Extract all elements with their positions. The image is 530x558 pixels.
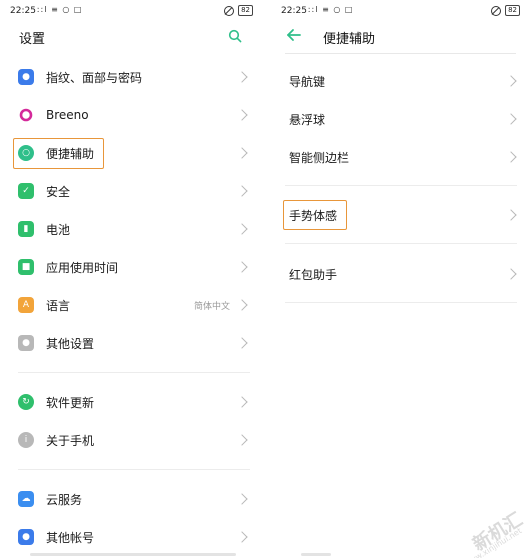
language-icon: A (18, 297, 34, 313)
settings-item-software-update[interactable]: ↻ 软件更新 (18, 383, 250, 421)
chevron-right-icon (236, 337, 248, 349)
chevron-right-icon (236, 531, 248, 543)
settings-item-breeno[interactable]: Breeno (18, 96, 250, 134)
chevron-right-icon (505, 151, 517, 163)
battery-icon: ▮ (18, 221, 34, 237)
section-divider (18, 469, 250, 470)
settings-item-security[interactable]: ✓ 安全 (18, 172, 250, 210)
navigation-bar[interactable] (301, 553, 331, 556)
settings-item-label: 云服务 (46, 492, 83, 507)
settings-screen: 22:25 ːːl ≡ ○ □ 82 设置 ● 指纹、面部与密码 Breeno … (0, 0, 263, 558)
shield-icon: ✓ (18, 183, 34, 199)
chevron-right-icon (236, 261, 248, 273)
status-time: 22:25 (281, 6, 307, 16)
accessibility-item-label: 智能侧边栏 (289, 150, 350, 165)
settings-item-fingerprint[interactable]: ● 指纹、面部与密码 (18, 58, 250, 96)
breeno-icon (18, 107, 34, 123)
accessibility-item-label: 红包助手 (289, 267, 338, 282)
page-title: 便捷辅助 (323, 32, 376, 47)
settings-item-battery[interactable]: ▮ 电池 (18, 210, 250, 248)
settings-item-label: 语言 (46, 298, 71, 313)
chevron-right-icon (505, 268, 517, 280)
settings-item-label: 关于手机 (46, 433, 95, 448)
highlight-box (13, 138, 104, 169)
chevron-right-icon (236, 71, 248, 83)
section-divider (285, 185, 517, 186)
accessibility-item-label: 导航键 (289, 74, 326, 89)
chevron-right-icon (505, 113, 517, 125)
chevron-right-icon (236, 109, 248, 121)
cloud-icon: ☁ (18, 491, 34, 507)
settings-item-language[interactable]: A 语言 简体中文 (18, 286, 250, 324)
navigation-bar[interactable] (30, 553, 236, 556)
status-bar: 22:25 ːːl ≡ ○ □ 82 (0, 0, 263, 22)
settings-item-label: 其他帐号 (46, 530, 95, 545)
gear-icon: ● (18, 335, 34, 351)
chevron-right-icon (505, 209, 517, 221)
hourglass-icon: ■ (18, 259, 34, 275)
settings-item-label: 安全 (46, 184, 71, 199)
signal-wifi-icons: ːːl ≡ ○ □ (308, 5, 354, 14)
mute-icon (491, 5, 502, 16)
mute-icon (224, 5, 235, 16)
settings-item-other[interactable]: ● 其他设置 (18, 324, 250, 362)
settings-item-about-phone[interactable]: i 关于手机 (18, 421, 250, 459)
settings-item-label: 软件更新 (46, 395, 95, 410)
person-lock-icon: ● (18, 69, 34, 85)
settings-item-label: 其他设置 (46, 336, 95, 351)
settings-item-label: 电池 (46, 222, 71, 237)
battery-indicator: 82 (238, 5, 253, 16)
chevron-right-icon (236, 493, 248, 505)
update-icon: ↻ (18, 394, 34, 410)
chevron-right-icon (236, 185, 248, 197)
chevron-right-icon (505, 75, 517, 87)
chevron-right-icon (236, 223, 248, 235)
highlight-box (283, 200, 347, 230)
accessibility-item-red-packet[interactable]: 红包助手 (289, 255, 519, 293)
section-divider (18, 372, 250, 373)
battery-indicator: 82 (505, 5, 520, 16)
search-icon[interactable] (228, 29, 242, 43)
accessibility-screen: 22:25 ːːl ≡ ○ □ 82 便捷辅助 导航键 悬浮球 智能侧边栏 手势… (271, 0, 530, 558)
section-divider (285, 302, 517, 303)
settings-item-label: Breeno (46, 108, 89, 122)
status-time: 22:25 (10, 6, 36, 16)
status-bar: 22:25 ːːl ≡ ○ □ 82 (271, 0, 530, 22)
settings-item-other-accounts[interactable]: ● 其他帐号 (18, 518, 250, 556)
signal-wifi-icons: ːːl ≡ ○ □ (37, 5, 83, 14)
accessibility-item-smart-sidebar[interactable]: 智能侧边栏 (289, 138, 519, 176)
accessibility-item-nav-keys[interactable]: 导航键 (289, 62, 519, 100)
info-icon: i (18, 432, 34, 448)
settings-item-label: 指纹、面部与密码 (46, 70, 143, 85)
chevron-right-icon (236, 147, 248, 159)
accessibility-item-floating-ball[interactable]: 悬浮球 (289, 100, 519, 138)
back-arrow-icon[interactable] (285, 27, 303, 43)
language-value: 简体中文 (193, 301, 230, 312)
chevron-right-icon (236, 434, 248, 446)
settings-item-app-usage[interactable]: ■ 应用使用时间 (18, 248, 250, 286)
settings-item-label: 应用使用时间 (46, 260, 119, 275)
settings-item-cloud[interactable]: ☁ 云服务 (18, 480, 250, 518)
section-divider (285, 243, 517, 244)
chevron-right-icon (236, 396, 248, 408)
chevron-right-icon (236, 299, 248, 311)
page-title: 设置 (19, 32, 46, 47)
accessibility-item-label: 悬浮球 (289, 112, 326, 127)
header-divider (285, 53, 516, 54)
account-icon: ● (18, 529, 34, 545)
